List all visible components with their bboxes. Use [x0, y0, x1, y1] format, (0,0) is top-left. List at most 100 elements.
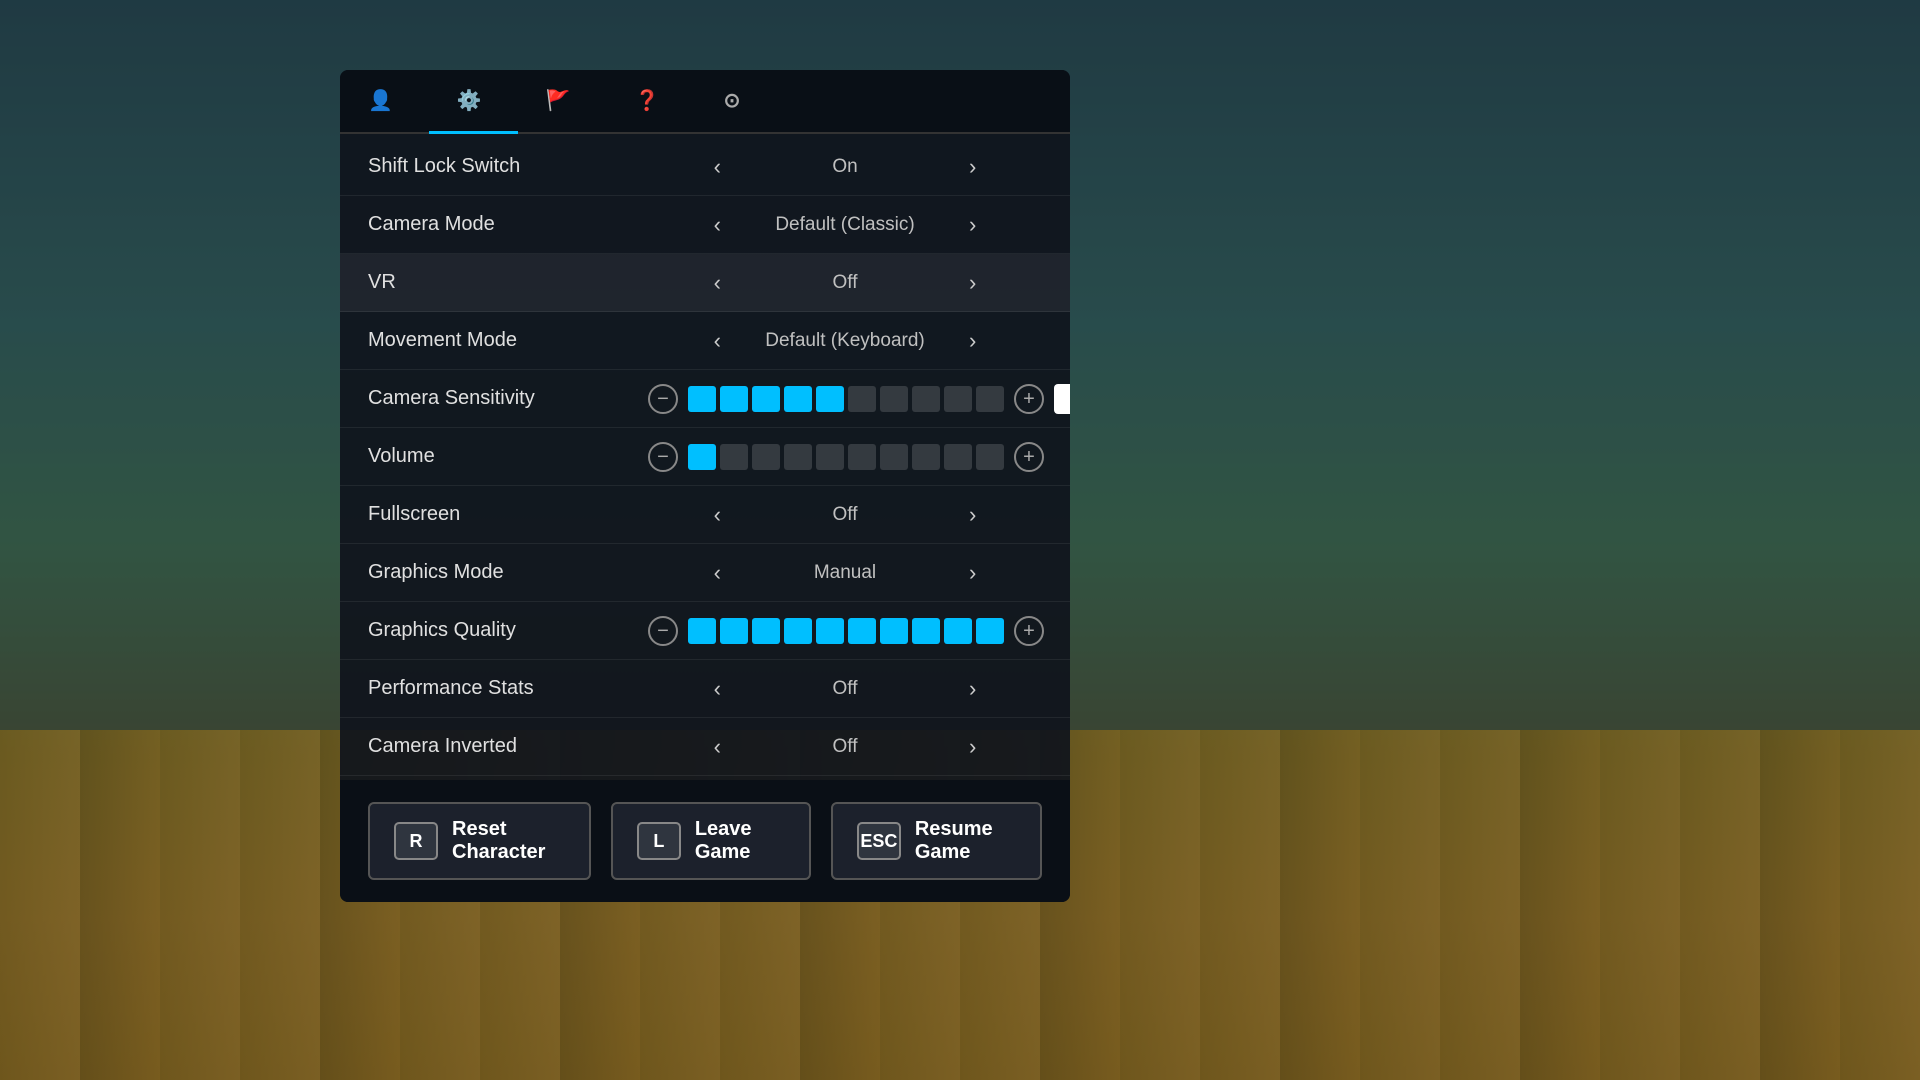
slider-block-volume-4[interactable] — [816, 444, 844, 470]
setting-row-shift-lock: Shift Lock Switch ‹ On › — [340, 138, 1070, 196]
setting-label-volume: Volume — [368, 445, 648, 468]
arrow-left-performance-stats[interactable]: ‹ — [706, 672, 729, 706]
setting-row-camera-inverted: Camera Inverted‹Off› — [340, 718, 1070, 776]
arrow-right-shift-lock[interactable]: › — [961, 150, 984, 184]
arrow-left-camera-mode[interactable]: ‹ — [706, 208, 729, 242]
slider-block-camera-sensitivity-9[interactable] — [976, 386, 1004, 412]
setting-label-movement-mode: Movement Mode — [368, 329, 648, 352]
slider-block-camera-sensitivity-4[interactable] — [816, 386, 844, 412]
setting-label-performance-stats: Performance Stats — [368, 677, 648, 700]
slider-minus-volume[interactable]: − — [648, 442, 678, 472]
tab-settings[interactable]: ⚙️ — [429, 70, 518, 134]
slider-block-graphics-quality-0[interactable] — [688, 618, 716, 644]
slider-block-graphics-quality-1[interactable] — [720, 618, 748, 644]
arrow-right-performance-stats[interactable]: › — [961, 672, 984, 706]
slider-block-camera-sensitivity-3[interactable] — [784, 386, 812, 412]
slider-control-graphics-quality: −+ — [648, 616, 1044, 646]
setting-label-camera-inverted: Camera Inverted — [368, 735, 648, 758]
arrow-right-graphics-mode[interactable]: › — [961, 556, 984, 590]
slider-blocks-graphics-quality[interactable] — [688, 618, 1004, 644]
slider-blocks-camera-sensitivity[interactable] — [688, 386, 1004, 412]
setting-value-graphics-mode: Manual — [745, 562, 945, 584]
setting-control-shift-lock: ‹ On › — [648, 150, 1042, 184]
setting-label-shift-lock: Shift Lock Switch — [368, 155, 648, 178]
setting-control-movement-mode: ‹Default (Keyboard)› — [648, 324, 1042, 358]
slider-block-graphics-quality-5[interactable] — [848, 618, 876, 644]
action-btn-label-leave: Leave Game — [695, 818, 785, 864]
setting-control-graphics-mode: ‹ Manual › — [648, 556, 1042, 590]
slider-control-volume: −+ — [648, 442, 1044, 472]
setting-control-fullscreen: ‹Off› — [648, 498, 1042, 532]
slider-block-graphics-quality-4[interactable] — [816, 618, 844, 644]
slider-plus-volume[interactable]: + — [1014, 442, 1044, 472]
slider-block-volume-0[interactable] — [688, 444, 716, 470]
slider-plus-camera-sensitivity[interactable]: + — [1014, 384, 1044, 414]
slider-block-volume-3[interactable] — [784, 444, 812, 470]
tab-players[interactable]: 👤 — [340, 70, 429, 134]
action-btn-leave[interactable]: LLeave Game — [611, 802, 811, 880]
slider-block-volume-6[interactable] — [880, 444, 908, 470]
arrow-right-fullscreen[interactable]: › — [961, 498, 984, 532]
slider-number-camera-sensitivity[interactable] — [1054, 384, 1070, 414]
slider-block-volume-7[interactable] — [912, 444, 940, 470]
setting-row-camera-mode: Camera Mode‹Default (Classic)› — [340, 196, 1070, 254]
setting-label-vr: VR — [368, 271, 648, 294]
setting-control-camera-sensitivity: −+ — [648, 384, 1070, 414]
setting-value-performance-stats: Off — [745, 678, 945, 700]
slider-block-camera-sensitivity-8[interactable] — [944, 386, 972, 412]
setting-value-shift-lock: On — [745, 156, 945, 178]
arrow-left-camera-inverted[interactable]: ‹ — [706, 730, 729, 764]
slider-block-volume-9[interactable] — [976, 444, 1004, 470]
settings-icon: ⚙️ — [457, 88, 482, 113]
slider-block-camera-sensitivity-2[interactable] — [752, 386, 780, 412]
slider-block-graphics-quality-6[interactable] — [880, 618, 908, 644]
setting-control-graphics-quality: −+ — [648, 616, 1044, 646]
tab-record[interactable]: ⊙ — [696, 70, 777, 134]
arrow-right-camera-mode[interactable]: › — [961, 208, 984, 242]
slider-blocks-volume[interactable] — [688, 444, 1004, 470]
arrow-left-movement-mode[interactable]: ‹ — [706, 324, 729, 358]
slider-block-camera-sensitivity-1[interactable] — [720, 386, 748, 412]
setting-label-camera-mode: Camera Mode — [368, 213, 648, 236]
key-badge-reset: R — [394, 822, 438, 860]
slider-plus-graphics-quality[interactable]: + — [1014, 616, 1044, 646]
setting-row-volume: Volume−+ — [340, 428, 1070, 486]
key-badge-resume: ESC — [857, 822, 901, 860]
arrow-right-camera-inverted[interactable]: › — [961, 730, 984, 764]
slider-block-graphics-quality-3[interactable] — [784, 618, 812, 644]
action-btn-label-resume: Resume Game — [915, 818, 1016, 864]
setting-label-fullscreen: Fullscreen — [368, 503, 648, 526]
arrow-right-movement-mode[interactable]: › — [961, 324, 984, 358]
slider-block-graphics-quality-2[interactable] — [752, 618, 780, 644]
setting-control-performance-stats: ‹ Off › — [648, 672, 1042, 706]
settings-menu: 👤 ⚙️ 🚩 ❓ ⊙ Shift Lock Switch ‹ On › Camera M… — [340, 70, 1070, 902]
report-icon: 🚩 — [546, 88, 571, 113]
slider-block-graphics-quality-8[interactable] — [944, 618, 972, 644]
action-btn-resume[interactable]: ESC Resume Game — [831, 802, 1042, 880]
tab-report[interactable]: 🚩 — [518, 70, 607, 134]
arrow-left-graphics-mode[interactable]: ‹ — [706, 556, 729, 590]
action-btn-reset[interactable]: RReset Character — [368, 802, 591, 880]
setting-control-camera-inverted: ‹Off› — [648, 730, 1042, 764]
slider-block-graphics-quality-7[interactable] — [912, 618, 940, 644]
slider-block-camera-sensitivity-5[interactable] — [848, 386, 876, 412]
arrow-left-fullscreen[interactable]: ‹ — [706, 498, 729, 532]
setting-row-movement-mode: Movement Mode‹Default (Keyboard)› — [340, 312, 1070, 370]
slider-minus-graphics-quality[interactable]: − — [648, 616, 678, 646]
slider-minus-camera-sensitivity[interactable]: − — [648, 384, 678, 414]
slider-block-camera-sensitivity-0[interactable] — [688, 386, 716, 412]
arrow-left-shift-lock[interactable]: ‹ — [706, 150, 729, 184]
tab-help[interactable]: ❓ — [607, 70, 696, 134]
setting-row-graphics-mode: Graphics Mode‹Manual› — [340, 544, 1070, 602]
slider-block-camera-sensitivity-7[interactable] — [912, 386, 940, 412]
setting-row-performance-stats: Performance Stats ‹ Off › — [340, 660, 1070, 718]
arrow-left-vr[interactable]: ‹ — [706, 266, 729, 300]
slider-block-volume-1[interactable] — [720, 444, 748, 470]
slider-block-volume-8[interactable] — [944, 444, 972, 470]
slider-block-graphics-quality-9[interactable] — [976, 618, 1004, 644]
arrow-right-vr[interactable]: › — [961, 266, 984, 300]
slider-block-camera-sensitivity-6[interactable] — [880, 386, 908, 412]
setting-control-volume: −+ — [648, 442, 1044, 472]
slider-block-volume-2[interactable] — [752, 444, 780, 470]
slider-block-volume-5[interactable] — [848, 444, 876, 470]
